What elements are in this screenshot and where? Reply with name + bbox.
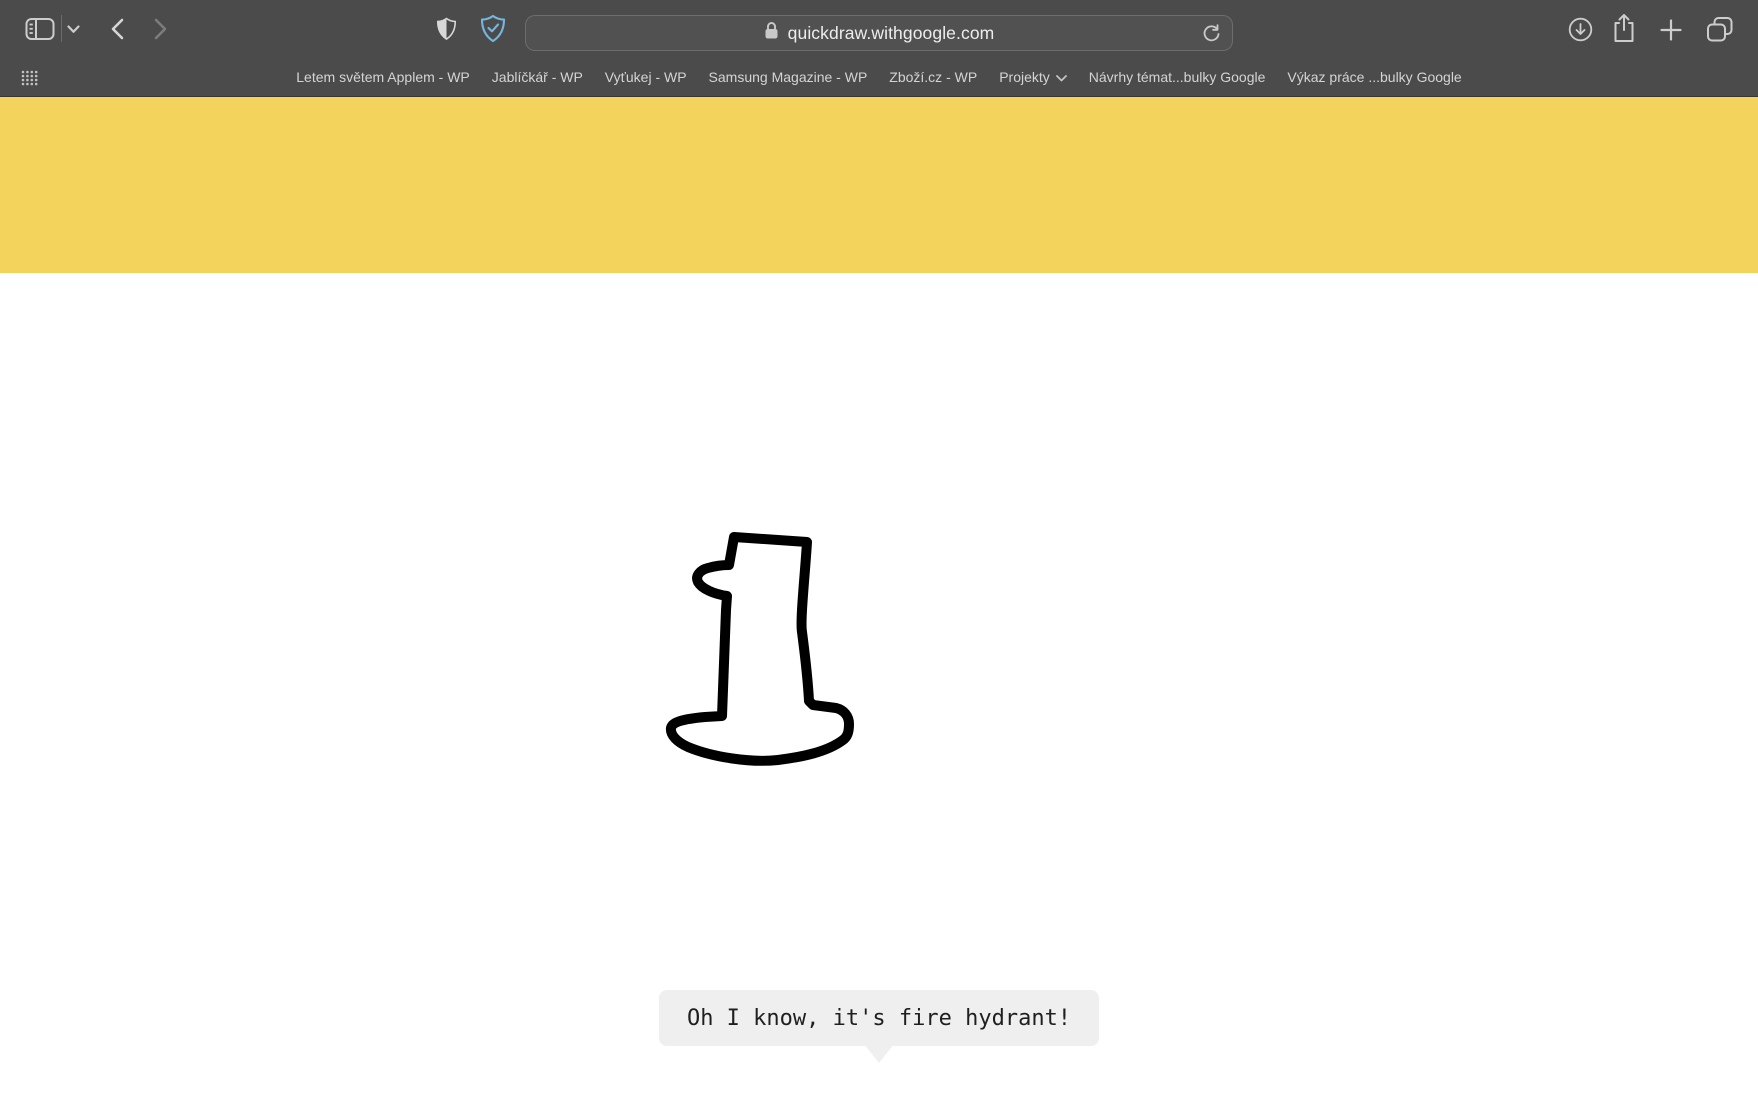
- lock-icon: [764, 21, 779, 45]
- back-icon: [110, 18, 124, 40]
- privacy-shield-icon: [436, 16, 457, 42]
- bookmark-items: Letem světem Applem - WP Jablíčkář - WP …: [0, 57, 1758, 96]
- sidebar-toggle-button[interactable]: [24, 16, 56, 41]
- bubble-tail: [864, 1044, 894, 1063]
- plus-icon: [1660, 19, 1682, 41]
- shield-check-icon: [480, 14, 506, 43]
- privacy-report-button[interactable]: [435, 15, 457, 42]
- forward-button[interactable]: [152, 17, 170, 41]
- yellow-banner: [0, 97, 1758, 273]
- back-button[interactable]: [108, 17, 126, 41]
- chevron-down-icon: [67, 25, 80, 34]
- download-icon: [1568, 17, 1593, 42]
- reload-icon: [1202, 24, 1221, 44]
- browser-chrome: quickdraw.withgoogle.com: [0, 0, 1758, 97]
- ai-guess-text: Oh I know, it's fire hydrant!: [687, 1006, 1071, 1031]
- forward-icon: [154, 18, 168, 40]
- bookmark-item[interactable]: Jablíčkář - WP: [492, 69, 583, 85]
- ai-guess-bubble: Oh I know, it's fire hydrant!: [659, 990, 1099, 1046]
- reload-button[interactable]: [1200, 23, 1222, 45]
- bookmark-folder-projekty[interactable]: Projekty: [999, 69, 1067, 85]
- browser-toolbar: quickdraw.withgoogle.com: [0, 0, 1758, 57]
- bookmark-item[interactable]: Zboží.cz - WP: [889, 69, 977, 85]
- drawing-canvas[interactable]: [650, 520, 870, 785]
- web-page-content: Oh I know, it's fire hydrant!: [0, 97, 1758, 1097]
- bookmarks-bar: Letem světem Applem - WP Jablíčkář - WP …: [0, 57, 1758, 97]
- content-blocker-extension-button[interactable]: [480, 14, 506, 43]
- bookmark-item[interactable]: Návrhy témat...bulky Google: [1089, 69, 1266, 85]
- share-icon: [1611, 13, 1637, 44]
- bookmark-item[interactable]: Výkaz práce ...bulky Google: [1287, 69, 1461, 85]
- tab-group-menu-button[interactable]: [66, 24, 80, 34]
- new-tab-button[interactable]: [1659, 18, 1683, 42]
- address-bar-content: quickdraw.withgoogle.com: [764, 21, 995, 45]
- tab-overview-icon: [1706, 16, 1734, 43]
- url-text: quickdraw.withgoogle.com: [788, 23, 995, 44]
- bookmark-folder-label: Projekty: [999, 69, 1050, 85]
- address-bar[interactable]: quickdraw.withgoogle.com: [525, 15, 1233, 51]
- toolbar-divider: [61, 15, 62, 42]
- chevron-down-icon: [1056, 69, 1067, 85]
- downloads-button[interactable]: [1567, 16, 1593, 42]
- share-button[interactable]: [1610, 13, 1638, 44]
- bookmark-item[interactable]: Samsung Magazine - WP: [709, 69, 868, 85]
- bookmark-item[interactable]: Vyťukej - WP: [605, 69, 687, 85]
- sketch-stroke: [671, 537, 849, 761]
- bookmark-item[interactable]: Letem světem Applem - WP: [296, 69, 470, 85]
- tab-overview-button[interactable]: [1705, 15, 1735, 43]
- sidebar-toggle-icon: [25, 17, 55, 41]
